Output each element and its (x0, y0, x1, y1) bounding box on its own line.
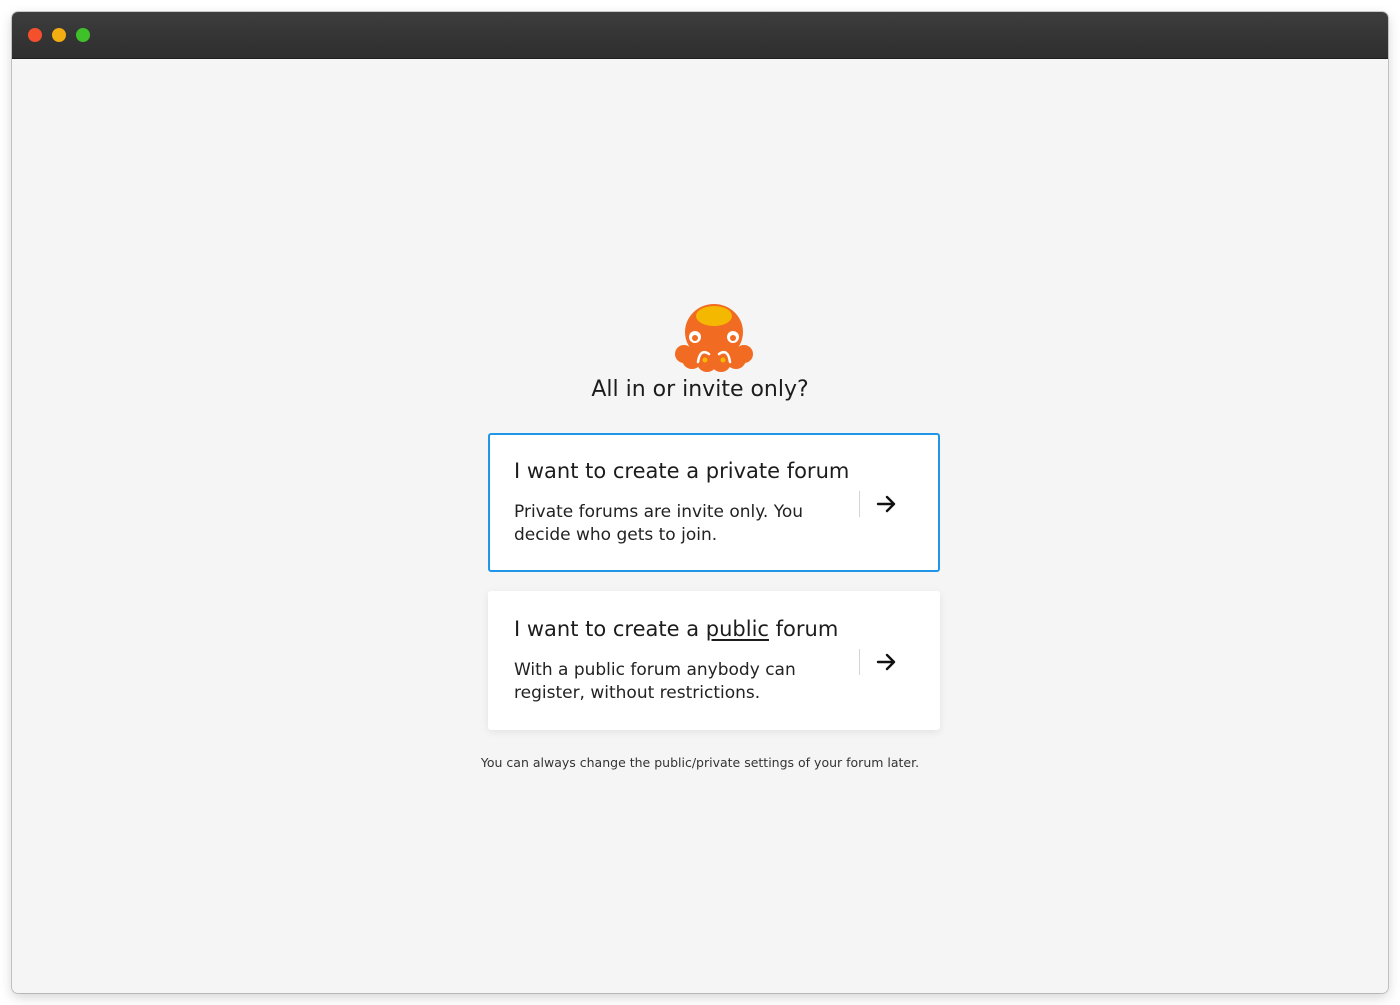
app-window: All in or invite only? I want to create … (12, 12, 1388, 993)
close-window-button[interactable] (28, 28, 42, 42)
zoom-window-button[interactable] (76, 28, 90, 42)
private-forum-description: Private forums are invite only. You deci… (514, 502, 803, 545)
arrow-right-icon[interactable] (874, 650, 898, 674)
public-forum-description: With a public forum anybody can register… (514, 660, 796, 703)
arrow-right-icon[interactable] (874, 492, 898, 516)
page-title: All in or invite only? (591, 377, 809, 402)
minimize-window-button[interactable] (52, 28, 66, 42)
option-divider (859, 491, 860, 517)
page-content: All in or invite only? I want to create … (12, 59, 1388, 993)
public-emphasis: public (705, 617, 769, 641)
octopus-logo-icon (675, 304, 753, 372)
option-divider (859, 649, 860, 675)
public-forum-option[interactable]: I want to create a public forum With a p… (488, 591, 940, 730)
settings-footnote: You can always change the public/private… (480, 755, 920, 770)
window-titlebar (12, 12, 1388, 59)
private-forum-option[interactable]: I want to create a private forum Private… (488, 433, 940, 572)
public-forum-title: I want to create a public forum (514, 617, 839, 641)
private-forum-title: I want to create a private forum (514, 459, 850, 483)
